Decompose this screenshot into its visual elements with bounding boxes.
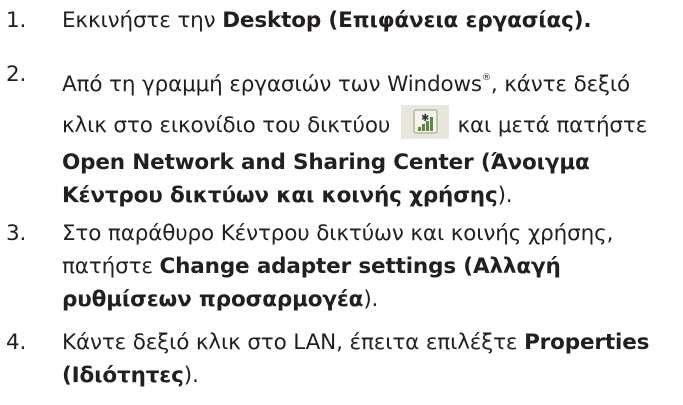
- step-text: ).: [183, 363, 199, 388]
- step-text-line: Στο παράθυρο Κέντρου δικτύων και κοινής …: [62, 217, 613, 250]
- step-text-line: Open Network and Sharing Center (Άνοιγμα: [62, 146, 647, 179]
- step-text-line: Από τη γραμμή εργασιών των Windows®, κάν…: [62, 58, 647, 105]
- step-bold-text: ρυθμίσεων προσαρμογέα: [62, 287, 364, 312]
- step-bold-text: Κέντρου δικτύων και κοινής χρήσης: [62, 183, 498, 208]
- step-text-line: Κάντε δεξιό κλικ στο LAN, έπειτα επιλέξτ…: [62, 326, 649, 359]
- step-number: 1.: [6, 8, 27, 33]
- step-text-line: ρυθμίσεων προσαρμογέα).: [62, 283, 613, 316]
- step-text-line: Εκκινήστε την Desktop (Επιφάνεια εργασία…: [62, 4, 592, 37]
- step-3: 3. Στο παράθυρο Κέντρου δικτύων και κοιν…: [0, 217, 613, 316]
- step-number: 2.: [6, 62, 27, 87]
- step-text: και μετά πατήστε: [450, 113, 648, 138]
- step-1: 1. Εκκινήστε την Desktop (Επιφάνεια εργα…: [0, 4, 592, 37]
- step-number: 4.: [6, 330, 27, 355]
- step-text: ).: [363, 287, 379, 312]
- step-text: ).: [497, 183, 513, 208]
- step-bold-text: (Ιδιότητες: [62, 363, 184, 388]
- step-bold-text: Open Network and Sharing Center (Άνοιγμα: [62, 150, 590, 175]
- registered-mark: ®: [482, 73, 491, 83]
- step-text: Στο παράθυρο Κέντρου δικτύων και κοινής …: [62, 221, 614, 246]
- step-text: Κάντε δεξιό κλικ στο LAN, έπειτα επιλέξτ…: [62, 330, 525, 355]
- step-text-line: κλικ στο εικονίδιο του δικτύου ✱ και μετ…: [62, 105, 647, 146]
- step-text: , κάντε δεξιό: [490, 72, 631, 97]
- step-text: Εκκινήστε την: [62, 8, 223, 33]
- step-text: πατήστε: [62, 254, 160, 279]
- network-signal-icon: ✱: [400, 105, 449, 139]
- step-bold-text: Desktop (Επιφάνεια εργασίας).: [222, 8, 592, 33]
- step-text-line: Κέντρου δικτύων και κοινής χρήσης).: [62, 179, 647, 212]
- step-text-line: πατήστε Change adapter settings (Αλλαγή: [62, 250, 613, 283]
- step-bold-text: Properties: [524, 330, 650, 355]
- step-2: 2. Από τη γραμμή εργασιών των Windows®, …: [0, 58, 647, 212]
- step-bold-text: Change adapter settings (Αλλαγή: [159, 254, 561, 279]
- step-text: κλικ στο εικονίδιο του δικτύου: [62, 113, 397, 138]
- step-4: 4. Κάντε δεξιό κλικ στο LAN, έπειτα επιλ…: [0, 326, 649, 392]
- step-number: 3.: [6, 221, 27, 246]
- step-text-line: (Ιδιότητες).: [62, 359, 649, 392]
- step-text: Από τη γραμμή εργασιών των Windows: [62, 72, 482, 97]
